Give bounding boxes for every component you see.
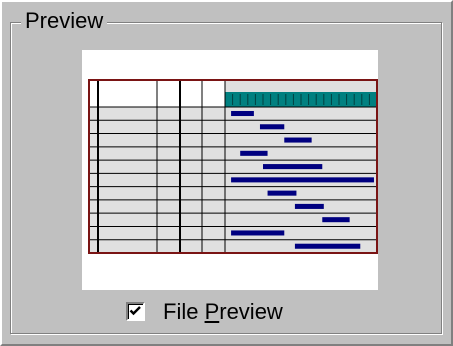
checkmark-icon bbox=[129, 306, 141, 316]
file-preview-canvas bbox=[82, 50, 378, 290]
gantt-thumbnail bbox=[88, 79, 378, 254]
gantt-task-bar bbox=[240, 150, 268, 156]
gantt-task-bar bbox=[263, 164, 323, 170]
gantt-task-bar bbox=[267, 190, 297, 196]
gantt-task-bar bbox=[259, 124, 285, 130]
gantt-task-bar bbox=[231, 230, 285, 236]
label-text-start: File bbox=[163, 299, 205, 324]
gantt-task-bar bbox=[284, 137, 312, 143]
preview-group-title: Preview bbox=[21, 8, 108, 34]
gantt-task-bar bbox=[294, 203, 324, 209]
label-text-end: review bbox=[219, 299, 283, 324]
file-preview-checkbox[interactable] bbox=[126, 302, 145, 321]
file-preview-label[interactable]: File Preview bbox=[163, 299, 283, 325]
gantt-task-bar bbox=[231, 110, 254, 117]
gantt-task-bar bbox=[231, 177, 374, 183]
gantt-task-bar bbox=[294, 243, 361, 249]
gantt-task-bar bbox=[322, 217, 350, 223]
label-accelerator: P bbox=[204, 299, 220, 324]
